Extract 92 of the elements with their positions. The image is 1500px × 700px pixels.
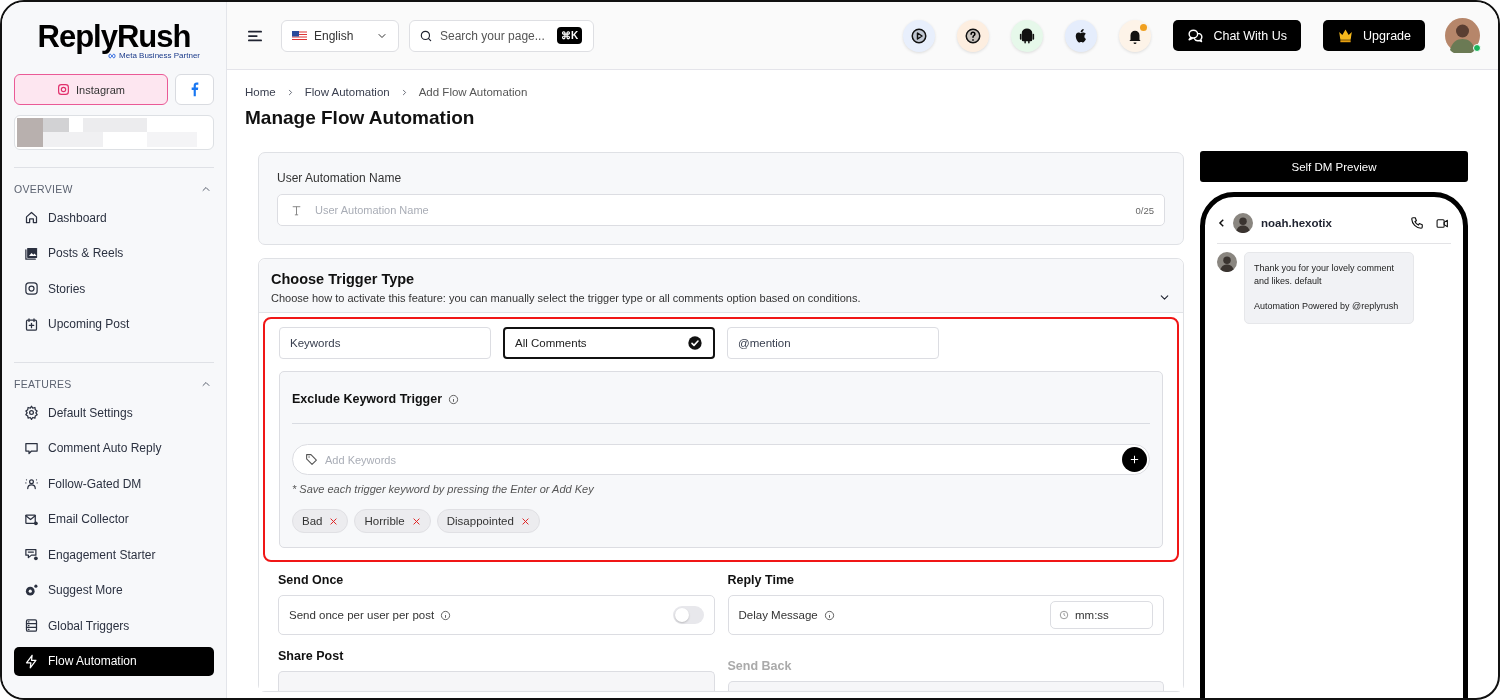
plus-icon <box>1129 454 1140 465</box>
calendar-icon <box>24 316 39 332</box>
sidebar-item[interactable]: Flow Automation <box>14 646 214 676</box>
sidebar-item[interactable]: Upcoming Post <box>14 309 214 339</box>
list-icon <box>24 618 39 633</box>
menu-icon[interactable] <box>247 28 263 43</box>
info-icon <box>823 609 835 621</box>
instagram-tab[interactable]: Instagram <box>14 74 168 105</box>
field-label: User Automation Name <box>277 171 403 185</box>
chat-bubble-icon <box>24 440 39 456</box>
setting-label: Delay Message <box>738 609 818 621</box>
info-icon <box>440 609 452 621</box>
character-counter: 0/25 <box>1135 204 1154 216</box>
setting-label: Send once per user per post <box>289 609 435 621</box>
images-icon <box>24 245 39 261</box>
sidebar-item[interactable]: Follow-Gated DM <box>14 469 214 498</box>
hint-text: * Save each trigger keyword by pressing the Enter or Add Key <box>292 483 595 495</box>
tag-icon <box>305 453 318 466</box>
info-icon <box>448 393 460 405</box>
avatar-icon <box>1233 213 1253 233</box>
flag-icon <box>292 30 307 41</box>
android-icon[interactable] <box>1018 26 1037 45</box>
sidebar-item[interactable]: Default Settings <box>14 398 214 427</box>
search-box[interactable]: Search your page... ⌘K <box>409 19 594 52</box>
tag-label: Horrible <box>364 515 405 527</box>
facebook-icon <box>189 81 200 98</box>
tag-label: Disappointed <box>446 515 514 527</box>
user-avatar[interactable] <box>1445 18 1480 53</box>
shortcut-key: ⌘K <box>557 27 583 44</box>
sidebar-item[interactable]: Comment Auto Reply <box>14 433 214 463</box>
preview-button[interactable]: Self DM Preview <box>1200 151 1468 182</box>
help-icon[interactable] <box>964 26 983 45</box>
gear-icon <box>24 405 39 420</box>
section-title: Choose Trigger Type <box>271 271 416 287</box>
section-description: Choose how to activate this feature: you can manually select the trigger type or all comments option based on conditions. <box>271 292 861 304</box>
keyword-input[interactable]: Add Keywords <box>325 453 1115 466</box>
sidebar-item[interactable]: Engagement Starter <box>14 540 214 569</box>
logo: ReplyRush <box>37 20 191 54</box>
sidebar-item[interactable]: Suggest More <box>14 575 214 605</box>
camera-icon <box>57 83 71 96</box>
chat-bubbles-icon <box>1187 27 1205 44</box>
envelope-icon <box>24 511 39 527</box>
phone-icon[interactable] <box>1410 216 1424 230</box>
lightning-icon <box>24 653 39 669</box>
sidebar-item[interactable]: Global Triggers <box>14 611 214 640</box>
sidebar-item[interactable]: Stories <box>14 274 214 303</box>
time-input[interactable]: mm:ss <box>1075 609 1135 621</box>
add-button[interactable] <box>1122 447 1147 472</box>
partner-label: Meta Business Partner <box>119 51 200 60</box>
trigger-option[interactable]: Keywords <box>279 327 491 359</box>
home-icon <box>24 210 39 225</box>
section-heading: FEATURES <box>14 378 72 390</box>
time-field[interactable]: mm:ss <box>1050 601 1153 629</box>
crown-icon <box>1337 28 1355 43</box>
message-text: Automation Powered by @replyrush <box>1254 300 1400 313</box>
trigger-option[interactable]: All Comments <box>503 327 715 359</box>
breadcrumb-link[interactable]: Flow Automation <box>304 86 390 98</box>
message-text: Thank you for your lovely comment and likes. default <box>1254 262 1396 287</box>
section-heading: OVERVIEW <box>14 183 73 195</box>
toggle-switch[interactable] <box>672 606 704 624</box>
name-field[interactable]: User Automation Name 0/25 <box>277 194 1165 226</box>
check-circle-icon <box>687 335 703 351</box>
camera-icon <box>24 281 39 296</box>
sidebar-item[interactable]: Email Collector <box>14 504 214 534</box>
text-icon <box>290 203 303 217</box>
sidebar-item[interactable]: Posts & Reels <box>14 238 214 268</box>
name-input[interactable]: User Automation Name <box>315 204 1124 216</box>
people-icon <box>24 476 39 491</box>
avatar-icon <box>1217 252 1237 272</box>
search-icon <box>419 28 433 43</box>
language-select[interactable]: English <box>281 19 399 52</box>
section-title: Share Post <box>278 649 345 663</box>
keyword-field[interactable]: Add Keywords <box>292 444 1150 475</box>
play-icon[interactable] <box>910 26 929 45</box>
section-title: Reply Time <box>727 573 795 587</box>
clock-icon <box>1059 610 1069 620</box>
message-gear-icon <box>24 547 39 562</box>
page-title: Manage Flow Automation <box>245 107 476 129</box>
trigger-option[interactable]: @mention <box>727 327 939 359</box>
section-title: Send Once <box>278 573 345 587</box>
username: noah.hexotix <box>1261 217 1332 229</box>
search-input[interactable]: Search your page... <box>440 28 550 43</box>
upgrade-button[interactable]: Upgrade <box>1323 20 1425 51</box>
infinity-icon <box>107 52 118 59</box>
sidebar-item[interactable]: Dashboard <box>14 203 214 232</box>
chat-button[interactable]: Chat With Us <box>1173 20 1302 51</box>
tag-label: Bad <box>302 515 323 527</box>
panel-title: Exclude Keyword Trigger <box>292 392 443 406</box>
facebook-tab[interactable] <box>175 74 214 105</box>
video-icon[interactable] <box>1434 216 1451 230</box>
breadcrumb-link[interactable]: Home <box>245 86 276 98</box>
section-title: Send Back <box>727 659 793 673</box>
